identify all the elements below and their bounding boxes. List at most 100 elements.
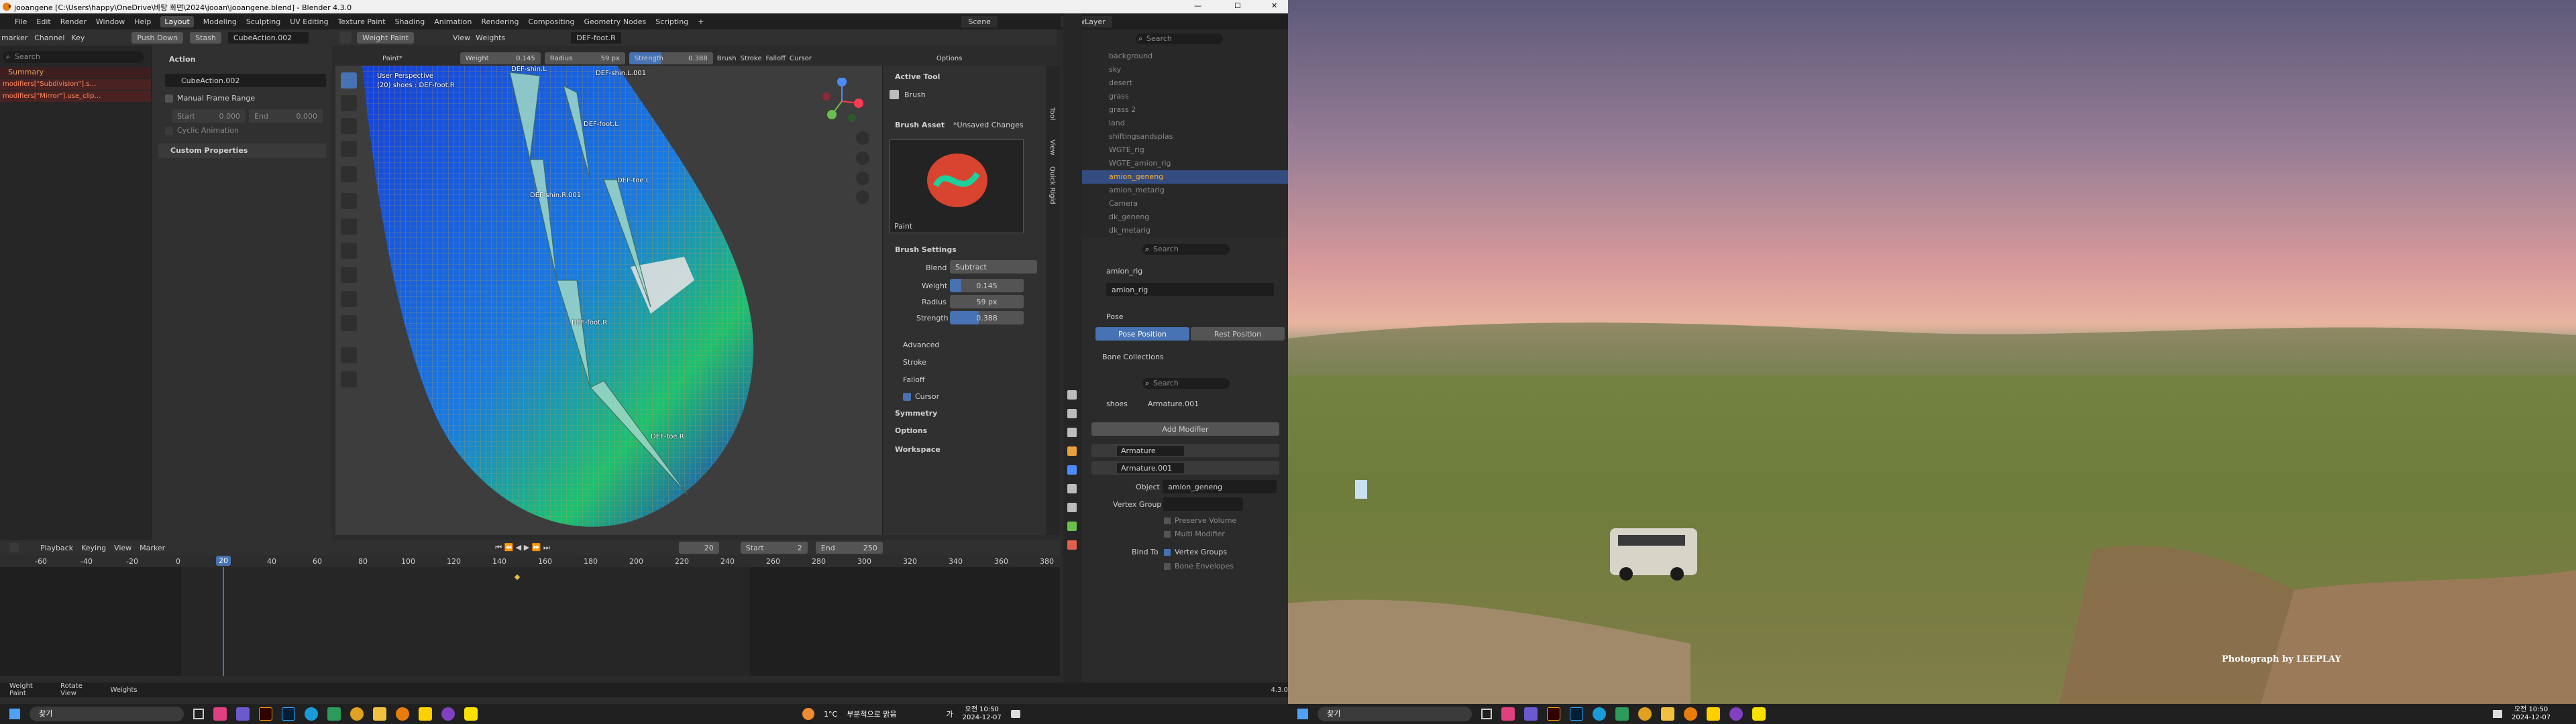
cursor-panel[interactable]: Cursor [903, 392, 939, 401]
maximize-button[interactable]: ☐ [1234, 1, 1241, 10]
cyclic-checkbox[interactable]: Cyclic Animation [165, 126, 239, 135]
tab-view[interactable]: View [1049, 139, 1056, 156]
chrome-icon[interactable] [1638, 707, 1652, 721]
modifier-search[interactable]: ⌕ Search [1142, 378, 1230, 389]
app-icon[interactable] [327, 707, 341, 721]
channel-search[interactable]: ⌕ Search [3, 51, 144, 63]
add-workspace-button[interactable]: + [698, 17, 704, 26]
falloff-menu[interactable]: Falloff [765, 55, 786, 62]
tab-geometry-nodes[interactable]: Geometry Nodes [584, 17, 646, 26]
windows-start-icon[interactable] [1297, 709, 1308, 719]
modifier-armature001-header[interactable]: Armature.001 [1091, 461, 1279, 475]
move-tool-icon[interactable] [341, 243, 357, 259]
modifier-props-icon[interactable] [1067, 465, 1077, 475]
camera-view-icon[interactable] [856, 172, 869, 185]
brush-settings-title[interactable]: Brush Settings [895, 245, 957, 254]
weight-slider[interactable]: 0.145 [950, 279, 1024, 292]
tool-props-icon[interactable] [1067, 390, 1077, 400]
falloff-panel[interactable]: Falloff [903, 375, 924, 384]
manual-frame-range-checkbox[interactable]: Manual Frame Range [165, 94, 255, 103]
timeline-type-icon[interactable] [9, 543, 19, 552]
keying-menu[interactable]: Keying [81, 544, 106, 552]
properties-search[interactable]: ⌕ Search [1142, 244, 1230, 255]
outliner-item[interactable]: sky [1082, 63, 1288, 76]
view-menu[interactable]: View [453, 34, 470, 42]
keyframe-marker[interactable] [514, 574, 521, 581]
blur-tool-icon[interactable] [341, 95, 357, 111]
action-panel-title[interactable]: Action [169, 55, 195, 64]
output-props-icon[interactable] [1067, 428, 1077, 437]
outliner-item[interactable]: WGTE_amion_rig [1082, 157, 1288, 170]
outliner-item[interactable]: shiftingsandsplas [1082, 130, 1288, 143]
weights-menu[interactable]: Weights [476, 34, 505, 42]
photoshop-icon[interactable] [282, 707, 295, 721]
taskbar-search[interactable]: 찾기 [1318, 707, 1472, 721]
clock[interactable]: 오전 10:50 2024-12-07 [963, 706, 1002, 722]
header-strength-field[interactable]: Strength 0.388 [629, 52, 713, 64]
menu-file[interactable]: File [15, 17, 27, 26]
clock[interactable]: 오전 10:50 2024-12-07 [2512, 706, 2551, 722]
tab-uv-editing[interactable]: UV Editing [290, 17, 328, 26]
brush-menu[interactable]: Brush [717, 55, 737, 62]
sample-tool-icon[interactable] [341, 166, 357, 182]
scale-tool-icon[interactable] [341, 291, 357, 307]
pose-panel-title[interactable]: Pose [1106, 312, 1123, 321]
push-down-button[interactable]: Push Down [131, 32, 184, 44]
desktop-file-icon[interactable] [1355, 480, 1367, 499]
explorer-icon[interactable] [1661, 707, 1674, 721]
summary-row[interactable]: Summary [0, 67, 151, 78]
editor-type-icon[interactable] [339, 32, 352, 44]
bone-envelopes-checkbox[interactable]: Bone Envelopes [1164, 562, 1234, 570]
chrome-icon[interactable] [350, 707, 364, 721]
close-button[interactable]: ✕ [1271, 1, 1277, 10]
brush-asset-title[interactable]: Brush Asset [895, 121, 945, 129]
tab-sculpting[interactable]: Sculpting [246, 17, 280, 26]
object-field[interactable]: amion_geneng [1163, 480, 1277, 493]
weather-icon[interactable] [802, 708, 814, 720]
timeline-area[interactable]: -60 -40 -20 0 20 40 60 80 100 120 140 16… [0, 555, 1060, 676]
brush-selector[interactable]: Paint* [382, 55, 402, 62]
minimize-button[interactable]: — [1194, 1, 1201, 10]
edge-icon[interactable] [305, 707, 318, 721]
outliner-item[interactable]: desert [1082, 76, 1288, 90]
channel-row[interactable]: modifiers["Subdivision"].s… [0, 79, 151, 90]
kakaotalk-icon[interactable] [1752, 707, 1766, 721]
channel-row[interactable]: modifiers["Mirror"].use_clip… [0, 91, 151, 102]
tab-compositing[interactable]: Compositing [529, 17, 575, 26]
workspace-panel[interactable]: Workspace [895, 445, 941, 454]
draw-tool-icon[interactable] [341, 72, 357, 88]
tab-animation[interactable]: Animation [434, 17, 472, 26]
symmetry-panel[interactable]: Symmetry [895, 409, 937, 418]
object-props-icon[interactable] [1067, 446, 1077, 456]
options-menu[interactable]: Options [936, 55, 963, 62]
notification-icon[interactable] [1010, 710, 1020, 718]
app-icon[interactable] [419, 707, 432, 721]
viewport-3d[interactable]: User Perspective (20) shoes : DEF-foot.R… [335, 66, 882, 535]
dopesheet-menu-marker[interactable]: marker [1, 34, 28, 42]
material-props-icon[interactable] [1067, 540, 1077, 550]
windows-start-icon[interactable] [9, 709, 20, 719]
cursor-menu[interactable]: Cursor [790, 55, 812, 62]
app-icon[interactable] [1615, 707, 1629, 721]
scene-selector[interactable]: Scene [961, 15, 998, 27]
taskbar-search[interactable]: 찾기 [30, 707, 184, 721]
rotate-tool-icon[interactable] [341, 267, 357, 283]
stroke-menu[interactable]: Stroke [741, 55, 762, 62]
playhead-label[interactable]: 20 [216, 556, 231, 566]
blender-taskbar-icon[interactable] [396, 707, 409, 721]
stroke-panel[interactable]: Stroke [903, 358, 926, 367]
outliner-item[interactable]: WGTE_rig [1082, 143, 1288, 157]
outliner-search[interactable]: ⌕ Search [1136, 34, 1223, 44]
dopesheet-menu-channel[interactable]: Channel [34, 34, 64, 42]
outliner-item[interactable]: background [1082, 50, 1288, 63]
task-view-icon[interactable] [193, 709, 204, 719]
mode-selector[interactable]: Weight Paint [357, 32, 415, 44]
end-frame-field[interactable]: End 250 [815, 542, 883, 554]
add-modifier-button[interactable]: Add Modifier [1091, 422, 1279, 436]
outliner-item[interactable]: dk_metarig [1082, 224, 1288, 237]
navigation-gizmo[interactable] [818, 78, 865, 125]
advanced-panel[interactable]: Advanced [903, 341, 939, 349]
brush-preview[interactable]: Paint [890, 139, 1024, 233]
tab-shading[interactable]: Shading [395, 17, 425, 26]
vertex-group-field[interactable] [1163, 497, 1243, 511]
